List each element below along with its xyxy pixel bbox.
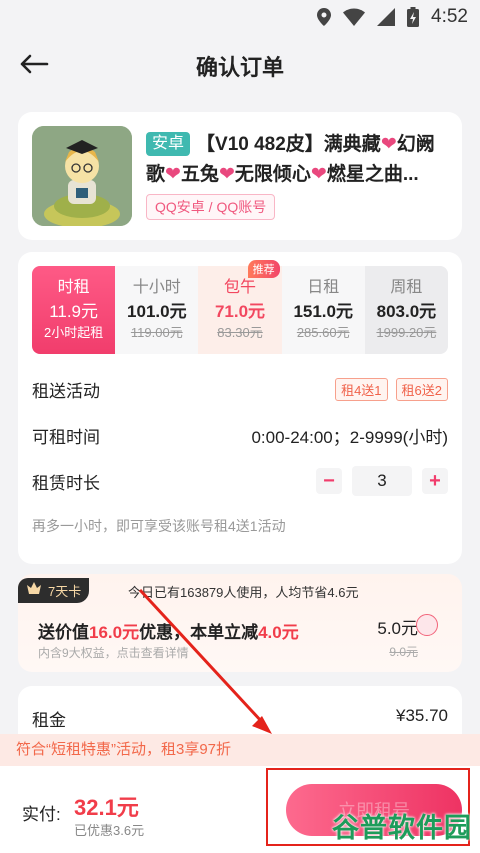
- title-part: 无限倾心: [234, 164, 311, 185]
- status-bar: 4:52: [0, 0, 480, 34]
- rent-label: 租金: [32, 711, 66, 730]
- platform-tag: 安卓: [146, 132, 191, 156]
- price-now: 5.0元: [377, 619, 418, 638]
- title-part: 【V10 482皮】满典藏: [196, 134, 381, 155]
- rental-options-card: 时租 11.9元 2小时起租 十小时 101.0元 119.00元 推荐 包午 …: [18, 252, 462, 564]
- product-card[interactable]: 安卓 【V10 482皮】满典藏❤幻阙歌❤五兔❤无限倾心❤燃星之曲... QQ安卓…: [18, 112, 462, 240]
- rental-plan-selector: 时租 11.9元 2小时起租 十小时 101.0元 119.00元 推荐 包午 …: [32, 260, 449, 354]
- plan-note: 2小时起租: [43, 325, 104, 340]
- crown-icon: [27, 582, 41, 594]
- product-thumbnail: [32, 126, 132, 226]
- title-part: 五兔: [180, 164, 219, 185]
- plan-original-price: 119.00元: [130, 325, 183, 340]
- heart-icon: ❤: [218, 164, 235, 185]
- plan-name: 周租: [390, 279, 423, 296]
- plan-weekly[interactable]: 周租 803.0元 1999.20元: [364, 266, 449, 354]
- rental-time-row: 可租时间 0:00-24:00；2-9999(小时): [32, 420, 448, 450]
- account-type-tag: QQ安卓 / QQ账号: [146, 194, 276, 220]
- plan-name: 时租: [57, 279, 90, 296]
- product-title: 安卓 【V10 482皮】满典藏❤幻阙歌❤五兔❤无限倾心❤燃星之曲...: [146, 130, 452, 190]
- rent-value: ¥35.70: [396, 706, 448, 725]
- title-part: 燃星之曲...: [326, 164, 419, 185]
- heart-icon: ❤: [310, 164, 327, 185]
- seven-day-card[interactable]: 7天卡 今日已有163879人使用，人均节省4.6元 送价值16.0元优惠，本单…: [18, 574, 462, 672]
- seven-day-badge: 7天卡: [18, 578, 90, 603]
- heart-icon: ❤: [380, 134, 397, 155]
- rental-promo-row: 租送活动 租4送1 租6送2: [32, 374, 448, 404]
- promo-label: 租送活动: [32, 381, 100, 401]
- plan-ten-hours[interactable]: 十小时 101.0元 119.00元: [115, 266, 198, 354]
- seven-day-radio[interactable]: [416, 614, 438, 636]
- plan-price: 803.0元: [376, 302, 437, 321]
- page-title: 确认订单: [195, 55, 284, 80]
- plan-daily[interactable]: 日租 151.0元 285.60元: [282, 266, 365, 354]
- duration-stepper: − 3 +: [316, 466, 448, 496]
- usage-stats: 今日已有163879人使用，人均节省4.6元: [128, 585, 359, 600]
- increase-button[interactable]: +: [422, 468, 448, 494]
- watermark: 谷普软件园: [332, 813, 472, 843]
- plan-name: 十小时: [132, 279, 181, 296]
- plan-original-price: 285.60元: [296, 325, 350, 340]
- promo-chip: 租4送1: [335, 377, 388, 401]
- benefits-link[interactable]: 内含9大权益，点击查看详情: [38, 644, 189, 661]
- plan-noon-package[interactable]: 推荐 包午 71.0元 83.30元: [198, 260, 282, 354]
- time-value: 0:00-24:00；2-9999(小时): [251, 427, 448, 447]
- plan-original-price: 83.30元: [217, 325, 263, 340]
- duration-input[interactable]: 3: [352, 466, 412, 496]
- plan-price: 101.0元: [127, 302, 187, 321]
- nav-bar: 确认订单: [0, 34, 480, 94]
- seven-day-offer: 送价值16.0元优惠，本单立减4.0元: [38, 618, 299, 643]
- location-icon: [317, 8, 332, 26]
- clock: 4:52: [431, 6, 468, 27]
- decrease-button[interactable]: −: [316, 468, 342, 494]
- plan-price: 71.0元: [214, 302, 266, 321]
- time-label: 可租时间: [32, 427, 100, 447]
- offer-value: 16.0元: [89, 623, 140, 642]
- pay-amount: 32.1元: [74, 795, 139, 820]
- plan-original-price: 1999.20元: [376, 325, 437, 340]
- rental-duration-row: 租赁时长 − 3 +: [32, 466, 448, 496]
- recommend-badge: 推荐: [247, 260, 280, 278]
- plan-name: 包午: [224, 279, 257, 296]
- plan-price: 11.9元: [49, 302, 99, 321]
- signal-icon: [377, 8, 396, 26]
- promo-chip: 租6送2: [395, 377, 448, 401]
- activity-banner: 符合“短租特惠”活动，租3享97折: [0, 734, 480, 766]
- battery-charging-icon: [407, 7, 420, 27]
- wifi-icon: [343, 8, 366, 26]
- duration-label: 租赁时长: [32, 473, 100, 493]
- offer-text: 送价值: [38, 623, 89, 642]
- plan-price: 151.0元: [293, 302, 353, 321]
- heart-icon: ❤: [165, 164, 181, 185]
- duration-hint: 再多一小时，即可享受该账号租4送1活动: [32, 518, 286, 534]
- offer-text: 优惠，本单立减: [139, 623, 259, 642]
- plan-hourly[interactable]: 时租 11.9元 2小时起租: [32, 266, 116, 354]
- discount-amount: 已优惠3.6元: [74, 823, 145, 838]
- seven-day-badge-label: 7天卡: [48, 584, 82, 599]
- price-original: 9.0元: [389, 645, 418, 659]
- pay-label: 实付:: [22, 805, 61, 824]
- offer-cut: 4.0元: [258, 623, 299, 642]
- seven-day-price: 5.0元 9.0元: [374, 614, 418, 660]
- plan-name: 日租: [307, 279, 340, 296]
